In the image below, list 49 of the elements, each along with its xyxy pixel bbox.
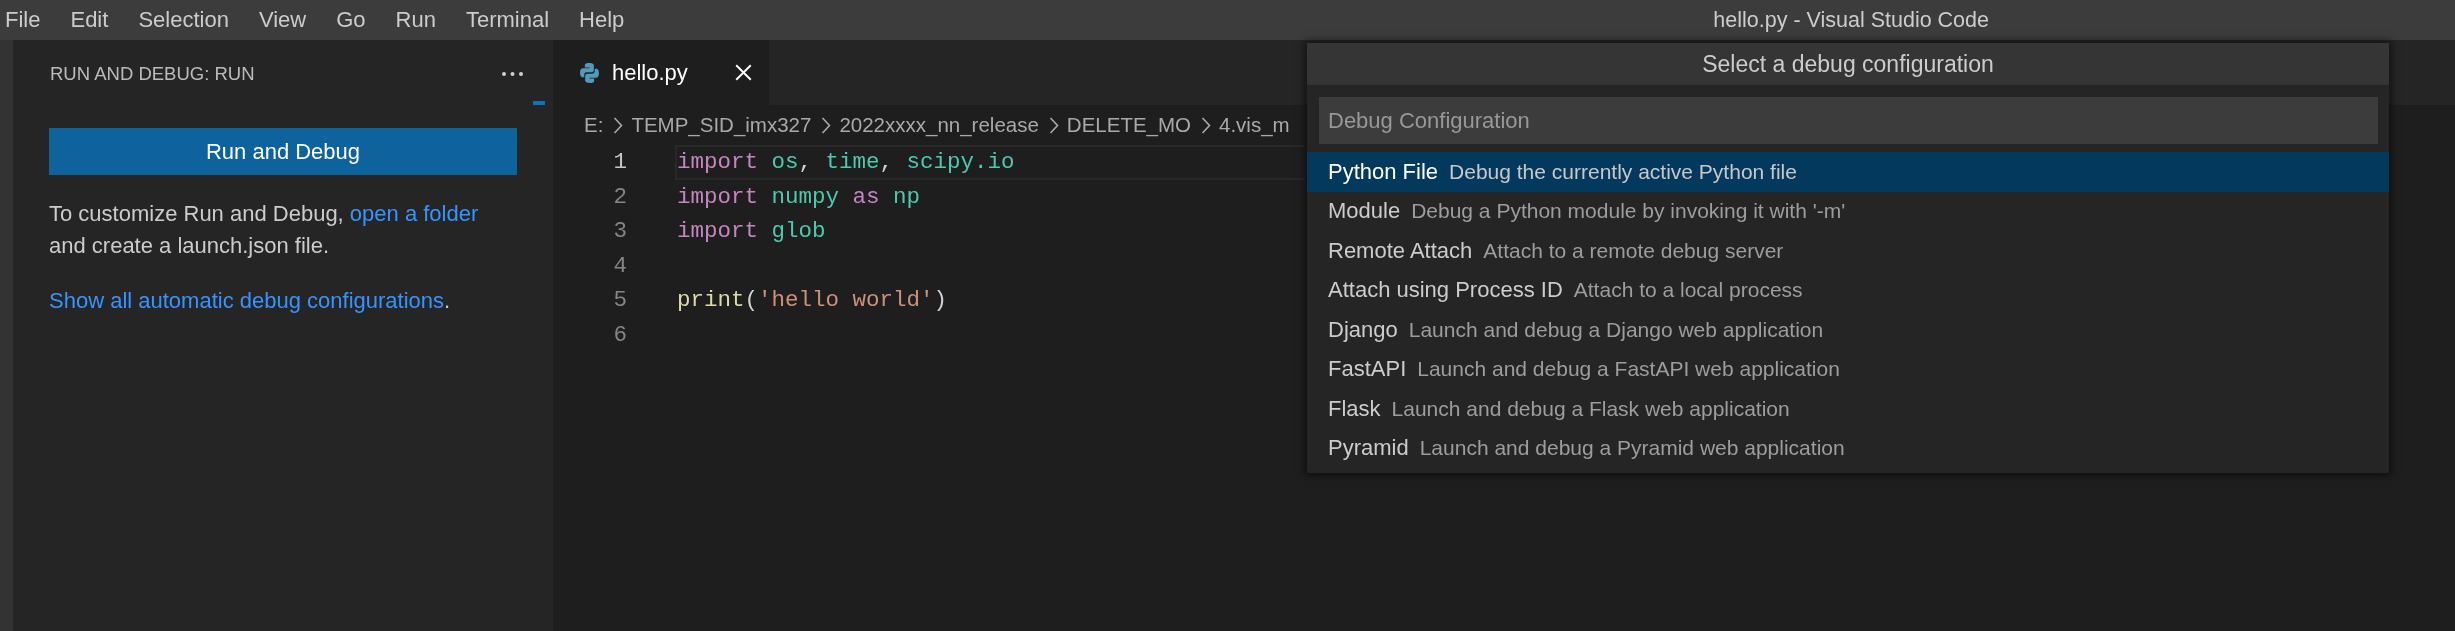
hint-text: To customize Run and Debug, open a folder and create a launch.json file. (49, 200, 480, 260)
menu-item[interactable]: Selection (133, 0, 234, 40)
line-number: 5 (612, 286, 627, 315)
menu-item[interactable]: Go (331, 0, 371, 40)
list-item[interactable]: Django Launch and debug a Django web application (1307, 310, 2389, 350)
python-file-icon (580, 62, 599, 83)
menu-item[interactable]: Edit (65, 0, 114, 40)
breadcrumb-item[interactable]: DELETE_MO (1066, 113, 1191, 137)
line-number: 1 (612, 148, 627, 177)
list-item[interactable]: Python File Debug the currently active Python file (1307, 152, 2389, 192)
list-item[interactable]: Module Debug a Python module by invoking it with '-m' (1307, 191, 2389, 231)
menu-item[interactable]: View (253, 0, 312, 40)
code-line: import glob (677, 217, 826, 246)
line-number: 6 (612, 320, 627, 350)
breadcrumb-item[interactable]: 4.vis_m (1219, 113, 1290, 137)
line-number: 4 (612, 251, 627, 281)
list-item[interactable]: Flask Launch and debug a Flask web application (1307, 389, 2389, 429)
chevron-right-icon (821, 116, 832, 134)
line-number: 2 (612, 182, 627, 212)
list-item[interactable]: FastAPI Launch and debug a FastAPI web application (1307, 349, 2389, 389)
menu-item[interactable]: File (0, 0, 46, 40)
chevron-right-icon (1048, 116, 1059, 134)
code-line: print('hello world') (677, 286, 948, 315)
menu-item[interactable]: Run (390, 0, 441, 40)
list-item[interactable]: Pyramid Launch and debug a Pyramid web application (1307, 428, 2389, 468)
line-number: 3 (612, 217, 627, 246)
window-title: hello.py - Visual Studio Code (1713, 7, 1989, 33)
panel-title: RUN AND DEBUG: RUN (50, 63, 255, 85)
more-actions-icon[interactable] (502, 72, 523, 76)
run-and-debug-button[interactable]: Run and Debug (49, 128, 517, 175)
breadcrumb-item[interactable]: 2022xxxx_nn_release (839, 113, 1039, 137)
list-item[interactable]: Remote Attach Attach to a remote debug server (1307, 231, 2389, 271)
text-link[interactable]: open a folder (349, 201, 479, 226)
quick-pick-title: Select a debug configuration (1307, 43, 2389, 85)
menu-item[interactable]: Help (574, 0, 630, 40)
progress-indicator (533, 101, 545, 105)
close-icon[interactable] (734, 64, 752, 81)
breadcrumb-item[interactable]: TEMP_SID_imx327 (631, 113, 812, 137)
editor-tab[interactable]: hello.py (553, 40, 769, 105)
text-link[interactable]: Show all automatic debug configurations (49, 288, 445, 313)
list-item[interactable]: Attach using Process ID Attach to a local process (1307, 270, 2389, 310)
menu-item[interactable]: Terminal (460, 0, 555, 40)
code-line: import os, time, scipy.io (677, 148, 1015, 177)
chevron-right-icon (613, 116, 624, 134)
input-field[interactable]: Debug Configuration (1319, 97, 2378, 144)
breadcrumb-item[interactable]: E: (584, 113, 604, 137)
code-line: import numpy as np (677, 182, 921, 212)
hint-text: Show all automatic debug configurations. (49, 287, 452, 315)
chevron-right-icon (1201, 116, 1211, 134)
